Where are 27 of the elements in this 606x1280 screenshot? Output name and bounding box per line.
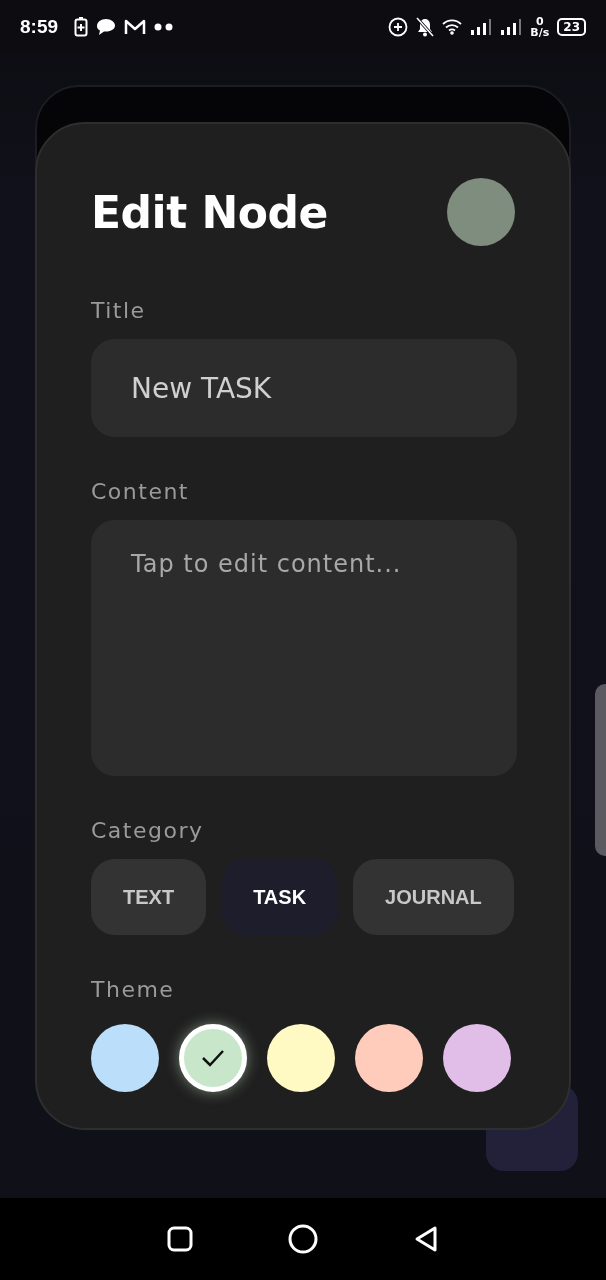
more-dots-icon — [154, 23, 175, 31]
field-label: Content — [91, 479, 189, 504]
battery-level: 23 — [557, 18, 586, 36]
field-label: Category — [91, 818, 204, 843]
chat-bubble-icon — [96, 18, 117, 36]
net-speed-unit: B/s — [530, 27, 550, 38]
theme-swatch[interactable] — [179, 1024, 247, 1092]
signal-icon — [470, 18, 493, 36]
battery-charging-icon — [74, 17, 89, 37]
content-field[interactable]: Tap to edit content... — [91, 520, 517, 776]
category-chip[interactable]: JOURNAL — [353, 859, 514, 935]
home-icon[interactable] — [288, 1224, 318, 1254]
clock-time: 8:59 — [20, 16, 59, 38]
recents-icon[interactable] — [167, 1226, 194, 1252]
title-field[interactable]: New TASK — [91, 339, 517, 437]
wifi-icon — [442, 19, 463, 35]
category-chip[interactable]: TEXT — [91, 859, 207, 935]
signal-icon — [500, 18, 523, 36]
field-label: Title — [91, 298, 146, 323]
checkmark-icon — [201, 1049, 225, 1067]
bell-off-icon — [416, 17, 435, 37]
add-circle-icon — [388, 17, 409, 37]
field-label: Theme — [91, 977, 175, 1002]
net-speed-value: 0 — [536, 16, 544, 27]
category-chip[interactable]: TASK — [221, 859, 339, 935]
mail-icon — [124, 18, 147, 36]
dialog-title: Edit Node — [91, 186, 328, 238]
